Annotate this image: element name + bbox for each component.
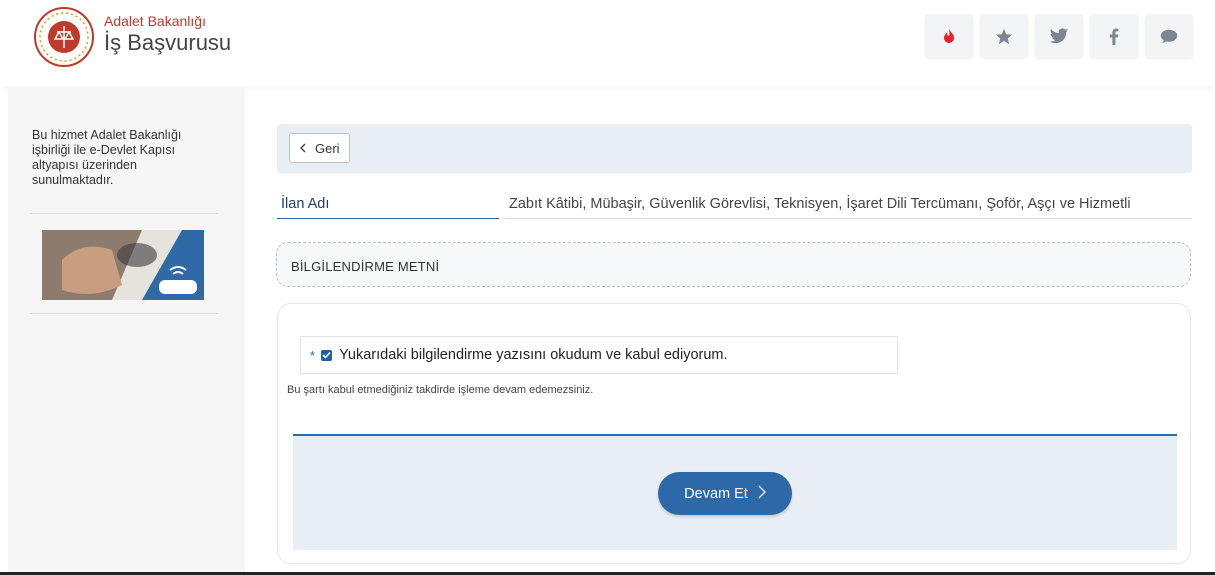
continue-button-label: Devam Et [684,485,748,502]
divider [30,313,218,314]
edevlet-banner-image[interactable] [42,230,204,300]
info-title: BİLGİLENDİRME METNİ [291,259,440,274]
ministry-logo[interactable] [33,6,95,68]
org-name: Adalet Bakanlığı [104,13,206,29]
consent-label[interactable]: Yukarıdaki bilgilendirme yazısını okudum… [339,347,727,363]
consent-checkbox[interactable] [321,349,333,361]
header-icon-bar [925,14,1193,58]
info-text-panel[interactable]: BİLGİLENDİRME METNİ [276,242,1191,287]
twitter-icon[interactable] [1035,14,1083,58]
divider [30,213,218,214]
star-icon[interactable] [980,14,1028,58]
chevron-left-icon [299,141,306,156]
back-bar: Geri [277,124,1192,173]
ilan-value: Zabıt Kâtibi, Mübaşir, Güvenlik Görevlis… [509,196,1131,212]
divider [277,218,499,219]
back-button-label: Geri [315,140,340,156]
fire-icon[interactable] [925,14,973,58]
top-header: Adalet Bakanlığı İş Başvurusu [0,0,1215,86]
chevron-right-icon [758,485,766,503]
required-mark: * [310,347,316,363]
consent-row[interactable]: * Yukarıdaki bilgilendirme yazısını okud… [300,336,898,374]
chat-icon[interactable] [1145,14,1193,58]
facebook-icon[interactable] [1090,14,1138,58]
ilan-label: İlan Adı [281,196,330,212]
back-button[interactable]: Geri [289,133,350,163]
divider [505,218,1192,219]
action-area: Devam Et [293,434,1177,550]
sidebar: Bu hizmet Adalet Bakanlığı işbirliği ile… [8,86,245,575]
app-title: İş Başvurusu [104,30,232,55]
check-icon [322,351,331,359]
continue-button[interactable]: Devam Et [658,472,792,515]
consent-warning: Bu şartı kabul etmediğiniz takdirde işle… [287,384,594,396]
consent-panel: * Yukarıdaki bilgilendirme yazısını okud… [277,303,1191,564]
sidebar-notice: Bu hizmet Adalet Bakanlığı işbirliği ile… [32,128,182,187]
